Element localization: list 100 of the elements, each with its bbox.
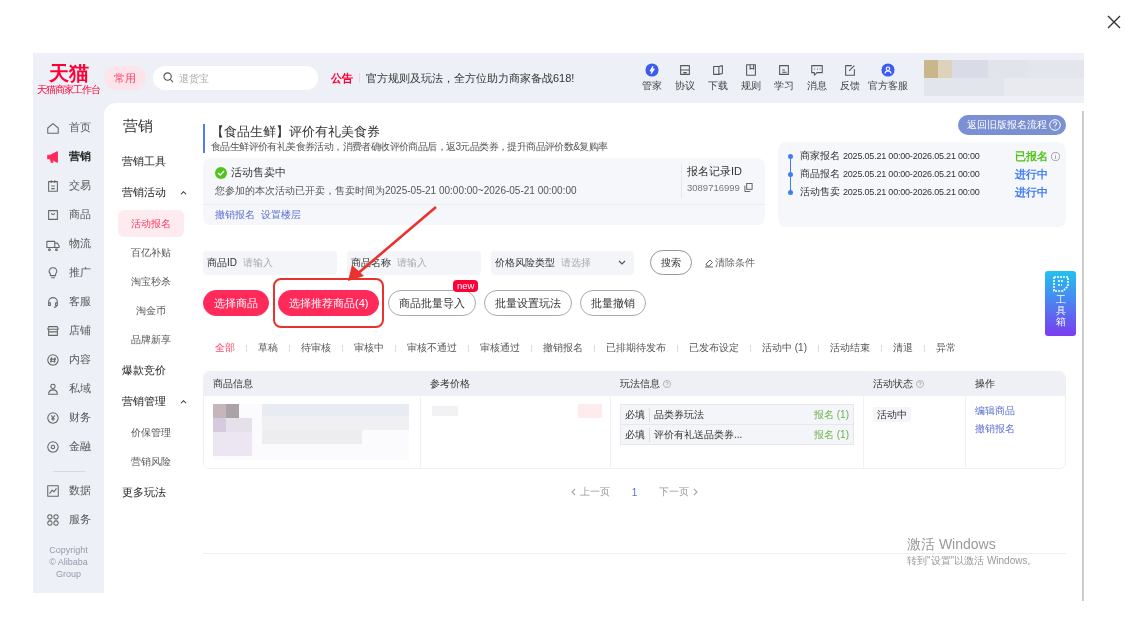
status-tab[interactable]: 撤销报名 — [543, 341, 583, 355]
status-tab[interactable]: 已排期待发布 — [606, 341, 666, 355]
nav-item[interactable]: 私域 — [46, 374, 91, 403]
operation-link[interactable]: 编辑商品 — [975, 404, 1015, 418]
status-tab[interactable]: 审核中 — [354, 341, 384, 355]
record-id: 3089716999 — [687, 182, 740, 193]
status-tab[interactable]: 异常 — [936, 341, 956, 355]
nav-item[interactable]: 数据 — [46, 476, 91, 505]
stage-period: 2025.05.21 00:00-2026.05.21 00:00 — [843, 187, 980, 197]
status-tab[interactable]: 活动结束 — [830, 341, 870, 355]
submenu-group[interactable]: 营销活动 — [122, 177, 190, 208]
nav-item[interactable]: 推广 — [46, 258, 91, 287]
submenu-item[interactable]: 品牌新享 — [118, 326, 184, 353]
toolbar-button[interactable]: 学习 — [769, 63, 798, 93]
person-icon — [46, 381, 60, 396]
nav-item[interactable]: 物流 — [46, 229, 91, 258]
column-header: 活动状态 — [873, 377, 913, 391]
notice-link[interactable]: 官方规则及玩法，全方位助力商家备战618! — [366, 70, 575, 86]
action-button[interactable]: 选择商品 — [203, 290, 269, 316]
select-field[interactable]: 价格风险类型 请选择 — [491, 250, 634, 275]
input-field[interactable]: 请输入 — [241, 256, 333, 269]
submenu-item[interactable]: 更多玩法 — [122, 477, 190, 508]
toolbar-button[interactable]: 消息 — [802, 63, 831, 93]
stage-period: 2025.05.21 00:00-2026.05.21 00:00 — [843, 151, 980, 161]
close-icon[interactable] — [1107, 15, 1121, 29]
stage-status: 已报名 — [1015, 148, 1048, 164]
status-tab[interactable]: 审核不通过 — [407, 341, 457, 355]
toolbar-button[interactable]: 官方客服 — [868, 63, 908, 93]
nav-item[interactable]: 服务 — [46, 505, 91, 534]
notice-tag: 公告 — [331, 70, 353, 86]
action-button[interactable]: 商品批量导入 — [388, 290, 477, 316]
help-icon — [1049, 119, 1061, 131]
nav-item[interactable]: 财务 — [46, 403, 91, 432]
nav-item[interactable]: 交易 — [46, 171, 91, 200]
status-tab[interactable]: 活动中 (1) — [762, 341, 807, 355]
submenu-item[interactable]: 淘金币 — [118, 297, 184, 324]
status-tab[interactable]: 待审核 — [301, 341, 331, 355]
input-field[interactable]: 请输入 — [395, 256, 477, 269]
nav-item[interactable]: 金融 — [46, 432, 91, 461]
action-button[interactable]: 选择推荐商品(4) — [278, 290, 380, 316]
nav-item[interactable]: 内容 — [46, 345, 91, 374]
status-label: 活动售卖中 — [231, 165, 286, 180]
clear-button[interactable]: 清除条件 — [704, 255, 755, 270]
submenu-item[interactable]: 营销风险 — [118, 448, 184, 475]
lightning-icon — [644, 63, 659, 77]
input-field[interactable]: 请选择 — [559, 256, 614, 269]
record-label: 报名记录ID — [687, 164, 743, 179]
copy-icon[interactable] — [743, 183, 753, 192]
page-button[interactable]: 1 — [631, 485, 638, 499]
toolbar-button[interactable]: 规则 — [736, 63, 765, 93]
submenu-item[interactable]: 百亿补贴 — [118, 239, 184, 266]
play-name: 品类券玩法 — [654, 407, 704, 422]
chat-icon — [809, 63, 824, 77]
search-field[interactable]: 退货宝 — [153, 66, 318, 90]
chevron-icon — [618, 260, 626, 265]
status-tab[interactable]: 草稿 — [258, 341, 278, 355]
activation-title: 激活 Windows — [907, 536, 997, 554]
status-tab[interactable]: 审核通过 — [480, 341, 520, 355]
nav-item[interactable]: 首页 — [46, 113, 91, 142]
field-label: 价格风险类型 — [495, 255, 555, 270]
action-button[interactable]: 批量设置玩法 — [484, 290, 573, 316]
submenu-item[interactable]: 营销工具 — [122, 146, 190, 177]
submenu-group[interactable]: 营销管理 — [122, 386, 190, 417]
submenu-item[interactable]: 价保管理 — [118, 419, 184, 446]
status-tab[interactable]: 已发布设定 — [689, 341, 739, 355]
status-detail: 您参加的本次活动已开卖，售卖时间为2025-05-21 00:00:00~2026-05-21 00:00:00 — [215, 184, 578, 198]
toolbox-icon — [1050, 274, 1071, 294]
stage-status: 进行中 — [1015, 184, 1048, 200]
operation-link[interactable]: 撤销报名 — [975, 422, 1015, 436]
action-button[interactable]: 批量撤销 — [580, 290, 647, 316]
group-label: 营销活动 — [122, 185, 166, 200]
toolbar-button[interactable]: 协议 — [670, 63, 699, 93]
book-icon — [743, 63, 758, 77]
filter-field[interactable]: 商品ID 请输入 — [203, 250, 337, 275]
device-icon — [677, 63, 692, 77]
column-header: 商品信息 — [213, 377, 253, 391]
toolbar-button[interactable]: 反馈 — [835, 63, 864, 93]
headset-icon — [46, 294, 60, 309]
nav-item[interactable]: 客服 — [46, 287, 91, 316]
group-label: 营销管理 — [122, 394, 166, 409]
toolbar-button[interactable]: 管家 — [637, 63, 666, 93]
shop-icon — [46, 323, 60, 338]
column-header: 玩法信息 — [620, 377, 660, 391]
status-tab[interactable]: 清退 — [893, 341, 913, 355]
ring-icon — [46, 439, 60, 454]
coin-icon — [46, 410, 60, 425]
submenu-item[interactable]: 淘宝秒杀 — [118, 268, 184, 295]
nav-item[interactable]: 营销 — [46, 142, 91, 171]
activity-description: 食品生鲜评价有礼美食券活动，消费者确收评价商品后，返3元品类券，提升商品评价数&复购率 — [211, 140, 609, 153]
chart-icon — [46, 483, 60, 498]
nav-item[interactable]: 商品 — [46, 200, 91, 229]
nav-item[interactable]: 店铺 — [46, 316, 91, 345]
play-name: 评价有礼送品类券... — [654, 427, 743, 442]
action-link[interactable]: 撤销报名 — [215, 208, 255, 222]
bulb-icon — [46, 265, 60, 280]
edit-icon — [842, 63, 857, 77]
submenu-item[interactable]: 爆款竞价 — [122, 355, 190, 386]
toolbar-button[interactable]: 下载 — [703, 63, 732, 93]
toolbox-button[interactable]: 工具箱 — [1045, 271, 1076, 336]
action-link[interactable]: 设置楼层 — [261, 208, 301, 222]
